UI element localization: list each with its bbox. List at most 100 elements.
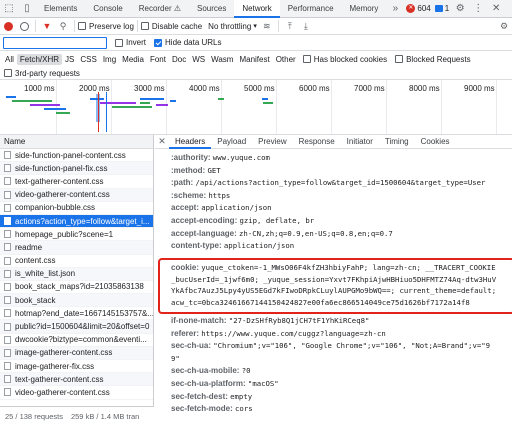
type-img[interactable]: Img (100, 54, 119, 65)
request-name: text-gatherer-content.css (15, 374, 104, 384)
request-row[interactable]: actions?action_type=follow&target_i... (0, 214, 153, 229)
request-row[interactable]: homepage_public?scene=1 (0, 228, 153, 242)
request-row[interactable]: public?id=1500604&limit=20&offset=0 (0, 320, 153, 334)
type-media[interactable]: Media (119, 54, 147, 65)
wifi-icon[interactable]: ≋ (259, 18, 275, 34)
tab-cookies[interactable]: Cookies (415, 135, 456, 149)
search-icon[interactable]: ⚲ (55, 18, 71, 34)
file-icon (4, 164, 11, 173)
request-row[interactable]: image-gatherer-content.css (0, 346, 153, 360)
header-key: sec-ch-ua-platform: (171, 379, 246, 388)
file-icon (4, 348, 11, 357)
request-name: content.css (15, 256, 56, 266)
file-icon (4, 322, 11, 331)
has-blocked-cookies-checkbox[interactable] (302, 55, 311, 63)
filter-row: Invert Hide data URLs (0, 35, 512, 51)
request-row[interactable]: content.css (0, 255, 153, 268)
request-list: Name side-function-panel-content.css side… (0, 135, 154, 406)
request-row[interactable]: companion-bubble.css (0, 202, 153, 215)
header-key: referer: (171, 328, 200, 338)
request-name: book_stack (15, 295, 56, 305)
request-row[interactable]: is_white_list.json (0, 267, 153, 281)
request-row[interactable]: hotmap?end_date=1667145153757&... (0, 307, 153, 321)
type-other[interactable]: Other (273, 54, 299, 65)
record-icon[interactable] (0, 18, 16, 34)
header-value: "macOS" (247, 379, 279, 388)
header-key: sec-fetch-mode: (171, 404, 233, 414)
kebab-menu-icon[interactable]: ⋮ (469, 0, 487, 18)
request-row[interactable]: dwcookie?biztype=common&eventi... (0, 334, 153, 347)
tab-timing[interactable]: Timing (379, 135, 415, 149)
type-js[interactable]: JS (62, 54, 77, 65)
network-toolbar: ▼ ⚲ Preserve log Disable cache No thrott… (0, 18, 512, 35)
type-all[interactable]: All (2, 54, 17, 65)
type-fetch-xhr[interactable]: Fetch/XHR (16, 53, 63, 65)
hide-data-urls-checkbox[interactable] (154, 38, 163, 47)
throttling-select[interactable]: No throttling (208, 22, 251, 31)
request-name: public?id=1500604&limit=20&offset=0 (15, 322, 150, 332)
tab-payload[interactable]: Payload (211, 135, 252, 149)
header-line: sec-fetch-dest: empty (171, 392, 252, 402)
export-har-icon[interactable]: ⤓ (298, 18, 314, 34)
request-row[interactable]: side-function-panel-fix.css (0, 162, 153, 176)
tab-initiator[interactable]: Initiator (341, 135, 379, 149)
network-overview-timeline[interactable]: 1000 ms 2000 ms 3000 ms 4000 ms 5000 ms … (0, 80, 512, 135)
divider (35, 20, 36, 32)
disable-cache-checkbox[interactable] (140, 22, 149, 30)
request-name: image-gatherer-fix.css (15, 361, 95, 371)
tab-recorder[interactable]: Recorder ⚠ (131, 0, 189, 18)
tab-network[interactable]: Network (234, 0, 280, 18)
import-har-icon[interactable]: ⤒ (282, 18, 298, 34)
type-manifest[interactable]: Manifest (236, 54, 272, 65)
device-toolbar-icon[interactable]: ▯ (18, 0, 36, 18)
type-font[interactable]: Font (147, 54, 169, 65)
type-ws[interactable]: WS (189, 54, 208, 65)
blocked-requests-label: Blocked Requests (406, 54, 471, 64)
blocked-requests-checkbox[interactable] (395, 55, 404, 63)
inspect-element-icon[interactable]: ⬚ (0, 0, 18, 18)
header-value: GET (207, 165, 221, 175)
tab-console[interactable]: Console (85, 0, 130, 18)
preserve-log-checkbox[interactable] (78, 22, 86, 30)
request-row[interactable]: side-function-panel-content.css (0, 149, 153, 163)
type-css[interactable]: CSS (77, 54, 99, 65)
issues-counter[interactable]: ✕ 604 1 (406, 4, 449, 13)
tab-performance[interactable]: Performance (280, 0, 342, 18)
settings-gear-icon[interactable]: ⚙ (451, 0, 469, 18)
request-name: side-function-panel-fix.css (15, 163, 108, 173)
transferred-size: 259 kB / 1.4 MB tran (70, 411, 140, 421)
clear-icon[interactable] (16, 18, 32, 34)
close-devtools-icon[interactable]: ✕ (487, 0, 505, 18)
header-value: cors (235, 404, 253, 414)
tab-elements[interactable]: Elements (36, 0, 85, 18)
more-tabs-icon[interactable]: » (386, 0, 404, 18)
tab-response[interactable]: Response (293, 135, 341, 149)
name-column-header[interactable]: Name (0, 135, 153, 149)
tab-headers[interactable]: Headers (169, 135, 212, 149)
request-row[interactable]: book_stack_maps?id=21035863138 (0, 281, 153, 295)
request-row[interactable]: text-gatherer-content.css (0, 373, 153, 387)
request-row[interactable]: text-gatherer-content.css (0, 175, 153, 189)
file-icon (4, 256, 11, 265)
header-key: accept-language: (171, 228, 237, 238)
tab-preview[interactable]: Preview (252, 135, 292, 149)
request-row[interactable]: video-gatherer-content.css (0, 386, 153, 400)
requests-count: 25 / 138 requests (5, 411, 63, 421)
filter-input[interactable] (3, 36, 107, 49)
filter-icon[interactable]: ▼ (39, 18, 55, 34)
request-row[interactable]: video-gatherer-content.css (0, 188, 153, 202)
request-row[interactable]: book_stack (0, 294, 153, 308)
request-row[interactable]: image-gatherer-fix.css (0, 360, 153, 374)
file-icon (4, 309, 11, 318)
invert-checkbox[interactable] (115, 38, 123, 47)
type-doc[interactable]: Doc (169, 54, 189, 65)
header-line: accept: application/json (171, 203, 272, 213)
tab-memory[interactable]: Memory (342, 0, 387, 18)
type-wasm[interactable]: Wasm (208, 54, 236, 65)
third-party-checkbox[interactable] (4, 69, 12, 77)
close-details-icon[interactable]: ✕ (155, 136, 169, 147)
tab-sources[interactable]: Sources (189, 0, 234, 18)
network-settings-gear-icon[interactable]: ⚙ (496, 18, 512, 34)
header-line: :path: /api/actions?action_type=follow&t… (171, 178, 485, 188)
request-row[interactable]: readme (0, 241, 153, 255)
